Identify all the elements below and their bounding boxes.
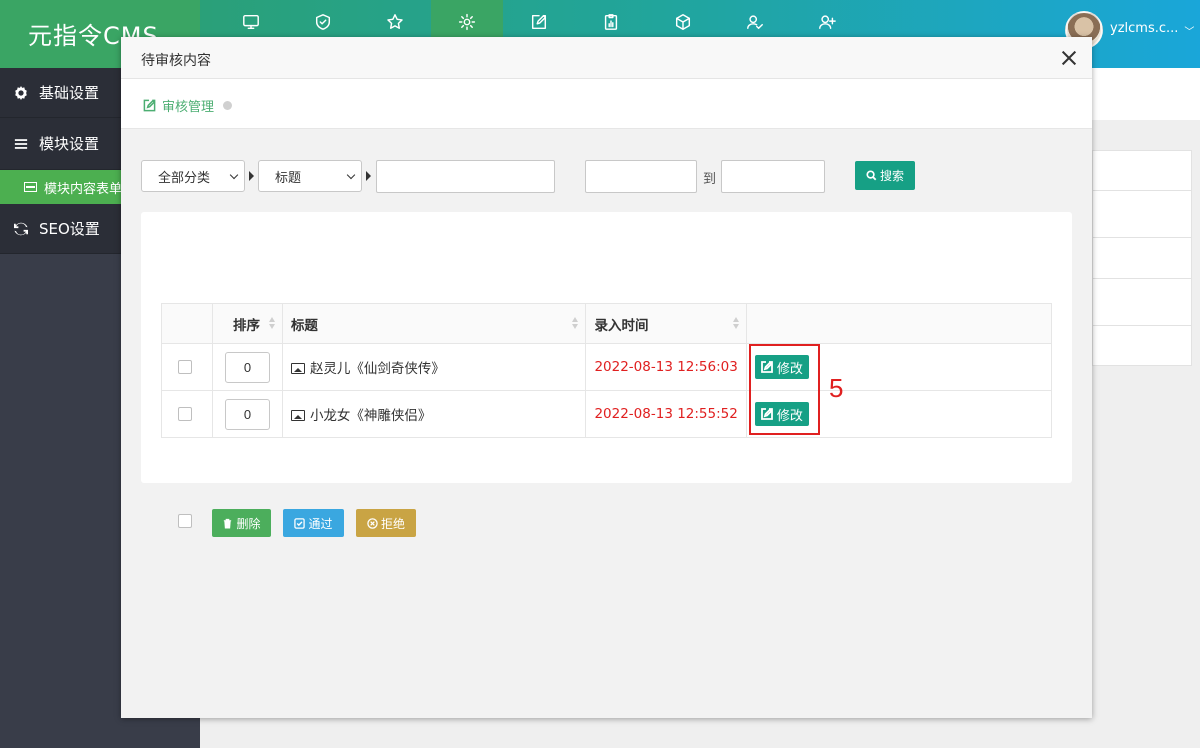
header-order-label: 排序 bbox=[232, 317, 260, 334]
check-square-icon bbox=[294, 517, 306, 529]
table-row: 小龙女《神雕侠侣》 2022-08-13 12:55:52 修改 bbox=[161, 390, 1053, 438]
edit-icon bbox=[143, 99, 156, 112]
header-time-label: 录入时间 bbox=[594, 317, 649, 334]
chevron-down-icon bbox=[229, 170, 239, 180]
approve-button-label: 通过 bbox=[308, 516, 333, 531]
sort-icon[interactable] bbox=[572, 317, 579, 331]
table-icon bbox=[24, 182, 37, 192]
table-row: 赵灵儿《仙剑奇侠传》 2022-08-13 12:56:03 修改 bbox=[161, 343, 1053, 391]
annotation-box bbox=[749, 344, 820, 435]
row-title[interactable]: 赵灵儿《仙剑奇侠传》 bbox=[310, 361, 445, 377]
header-title-label: 标题 bbox=[290, 317, 318, 334]
row-checkbox[interactable] bbox=[178, 407, 192, 421]
sidebar-item-label: 模块设置 bbox=[39, 135, 100, 153]
content-panel: 排序 标题 录入时间 0 赵灵儿《仙剑奇侠传》 2022-08-13 12:56… bbox=[141, 212, 1072, 483]
image-icon bbox=[290, 363, 305, 374]
breadcrumb-review[interactable]: 审核管理 bbox=[143, 96, 233, 115]
review-modal: 待审核内容 审核管理 全部分类 标题 到 搜索 排序 标题 录入时间 0 赵灵儿… bbox=[121, 37, 1092, 718]
chevron-down-icon[interactable]: ﹀ bbox=[1184, 23, 1194, 38]
annotation-number: 5 bbox=[829, 373, 844, 403]
order-cell bbox=[211, 343, 283, 391]
user-add-icon bbox=[819, 15, 836, 30]
date-from-input[interactable] bbox=[585, 160, 697, 193]
date-to-input[interactable] bbox=[721, 160, 825, 193]
row-checkbox[interactable] bbox=[178, 360, 192, 374]
caret-right-icon bbox=[366, 171, 371, 181]
row-time: 2022-08-13 12:56:03 bbox=[594, 359, 738, 375]
header-checkbox-cell bbox=[161, 303, 213, 344]
user-name[interactable]: yzlcms.c... bbox=[1110, 21, 1178, 36]
sidebar-item-label: SEO设置 bbox=[39, 220, 100, 238]
image-icon bbox=[290, 410, 305, 421]
background-table-row bbox=[1093, 326, 1191, 365]
select-all-checkbox[interactable] bbox=[178, 514, 192, 528]
field-select[interactable]: 标题 bbox=[258, 160, 362, 192]
approve-button[interactable]: 通过 bbox=[283, 509, 344, 537]
search-button[interactable]: 搜索 bbox=[855, 161, 915, 190]
title-cell: 赵灵儿《仙剑奇侠传》 bbox=[281, 343, 587, 391]
modal-header: 待审核内容 bbox=[121, 37, 1092, 79]
order-input[interactable] bbox=[224, 351, 270, 383]
header-time[interactable]: 录入时间 bbox=[585, 303, 747, 344]
keyword-input[interactable] bbox=[376, 160, 555, 193]
time-cell: 2022-08-13 12:56:03 bbox=[585, 343, 747, 391]
background-table-header bbox=[1093, 151, 1191, 191]
times-circle-icon bbox=[367, 517, 378, 529]
delete-button[interactable]: 删除 bbox=[212, 509, 271, 537]
row-time: 2022-08-13 12:55:52 bbox=[594, 406, 738, 422]
reject-button-label: 拒绝 bbox=[380, 516, 405, 531]
shield-check-icon bbox=[315, 14, 331, 30]
review-table: 排序 标题 录入时间 0 赵灵儿《仙剑奇侠传》 2022-08-13 12:56… bbox=[161, 303, 1053, 438]
trash-icon bbox=[224, 518, 232, 529]
edit-icon bbox=[531, 14, 547, 30]
search-icon bbox=[866, 170, 877, 181]
gear-icon bbox=[15, 85, 27, 100]
time-cell: 2022-08-13 12:55:52 bbox=[585, 390, 747, 438]
category-select-value: 全部分类 bbox=[158, 170, 211, 186]
row-checkbox-cell bbox=[161, 343, 213, 391]
close-icon[interactable] bbox=[1062, 51, 1076, 65]
background-table-row bbox=[1093, 191, 1191, 238]
caret-right-icon bbox=[249, 171, 254, 181]
category-select[interactable]: 全部分类 bbox=[141, 160, 245, 192]
background-table-row bbox=[1093, 238, 1191, 279]
monitor-icon bbox=[243, 14, 259, 30]
cube-icon bbox=[675, 14, 691, 30]
header-title[interactable]: 标题 bbox=[281, 303, 587, 344]
chevron-down-icon bbox=[346, 170, 356, 180]
sort-icon[interactable] bbox=[732, 317, 740, 331]
sidebar-item-label: 基础设置 bbox=[39, 84, 100, 102]
order-cell bbox=[211, 390, 283, 438]
date-separator: 到 bbox=[703, 172, 717, 187]
refresh-icon bbox=[14, 222, 28, 235]
gear-icon bbox=[458, 13, 476, 31]
search-button-label: 搜索 bbox=[879, 169, 904, 183]
clipboard-chart-icon bbox=[604, 14, 618, 30]
menu-icon bbox=[14, 138, 28, 149]
table-header-row: 排序 标题 录入时间 bbox=[161, 303, 1053, 344]
title-cell: 小龙女《神雕侠侣》 bbox=[281, 390, 587, 438]
reject-button[interactable]: 拒绝 bbox=[356, 509, 416, 537]
header-order[interactable]: 排序 bbox=[211, 303, 283, 344]
delete-button-label: 删除 bbox=[236, 516, 261, 531]
sidebar-subitem-label: 模块内容表单 bbox=[44, 181, 123, 197]
header-actions bbox=[745, 303, 1053, 344]
breadcrumb: 审核管理 bbox=[121, 79, 1092, 129]
breadcrumb-label: 审核管理 bbox=[162, 100, 215, 115]
sort-icon[interactable] bbox=[268, 317, 276, 331]
background-table-row bbox=[1093, 279, 1191, 326]
star-icon bbox=[387, 14, 403, 29]
row-title[interactable]: 小龙女《神雕侠侣》 bbox=[310, 408, 432, 424]
order-input[interactable] bbox=[224, 398, 270, 430]
row-checkbox-cell bbox=[161, 390, 213, 438]
background-table bbox=[1092, 150, 1192, 366]
breadcrumb-dot bbox=[223, 101, 233, 110]
modal-title: 待审核内容 bbox=[141, 53, 211, 69]
user-check-icon bbox=[747, 15, 763, 30]
field-select-value: 标题 bbox=[275, 170, 302, 186]
